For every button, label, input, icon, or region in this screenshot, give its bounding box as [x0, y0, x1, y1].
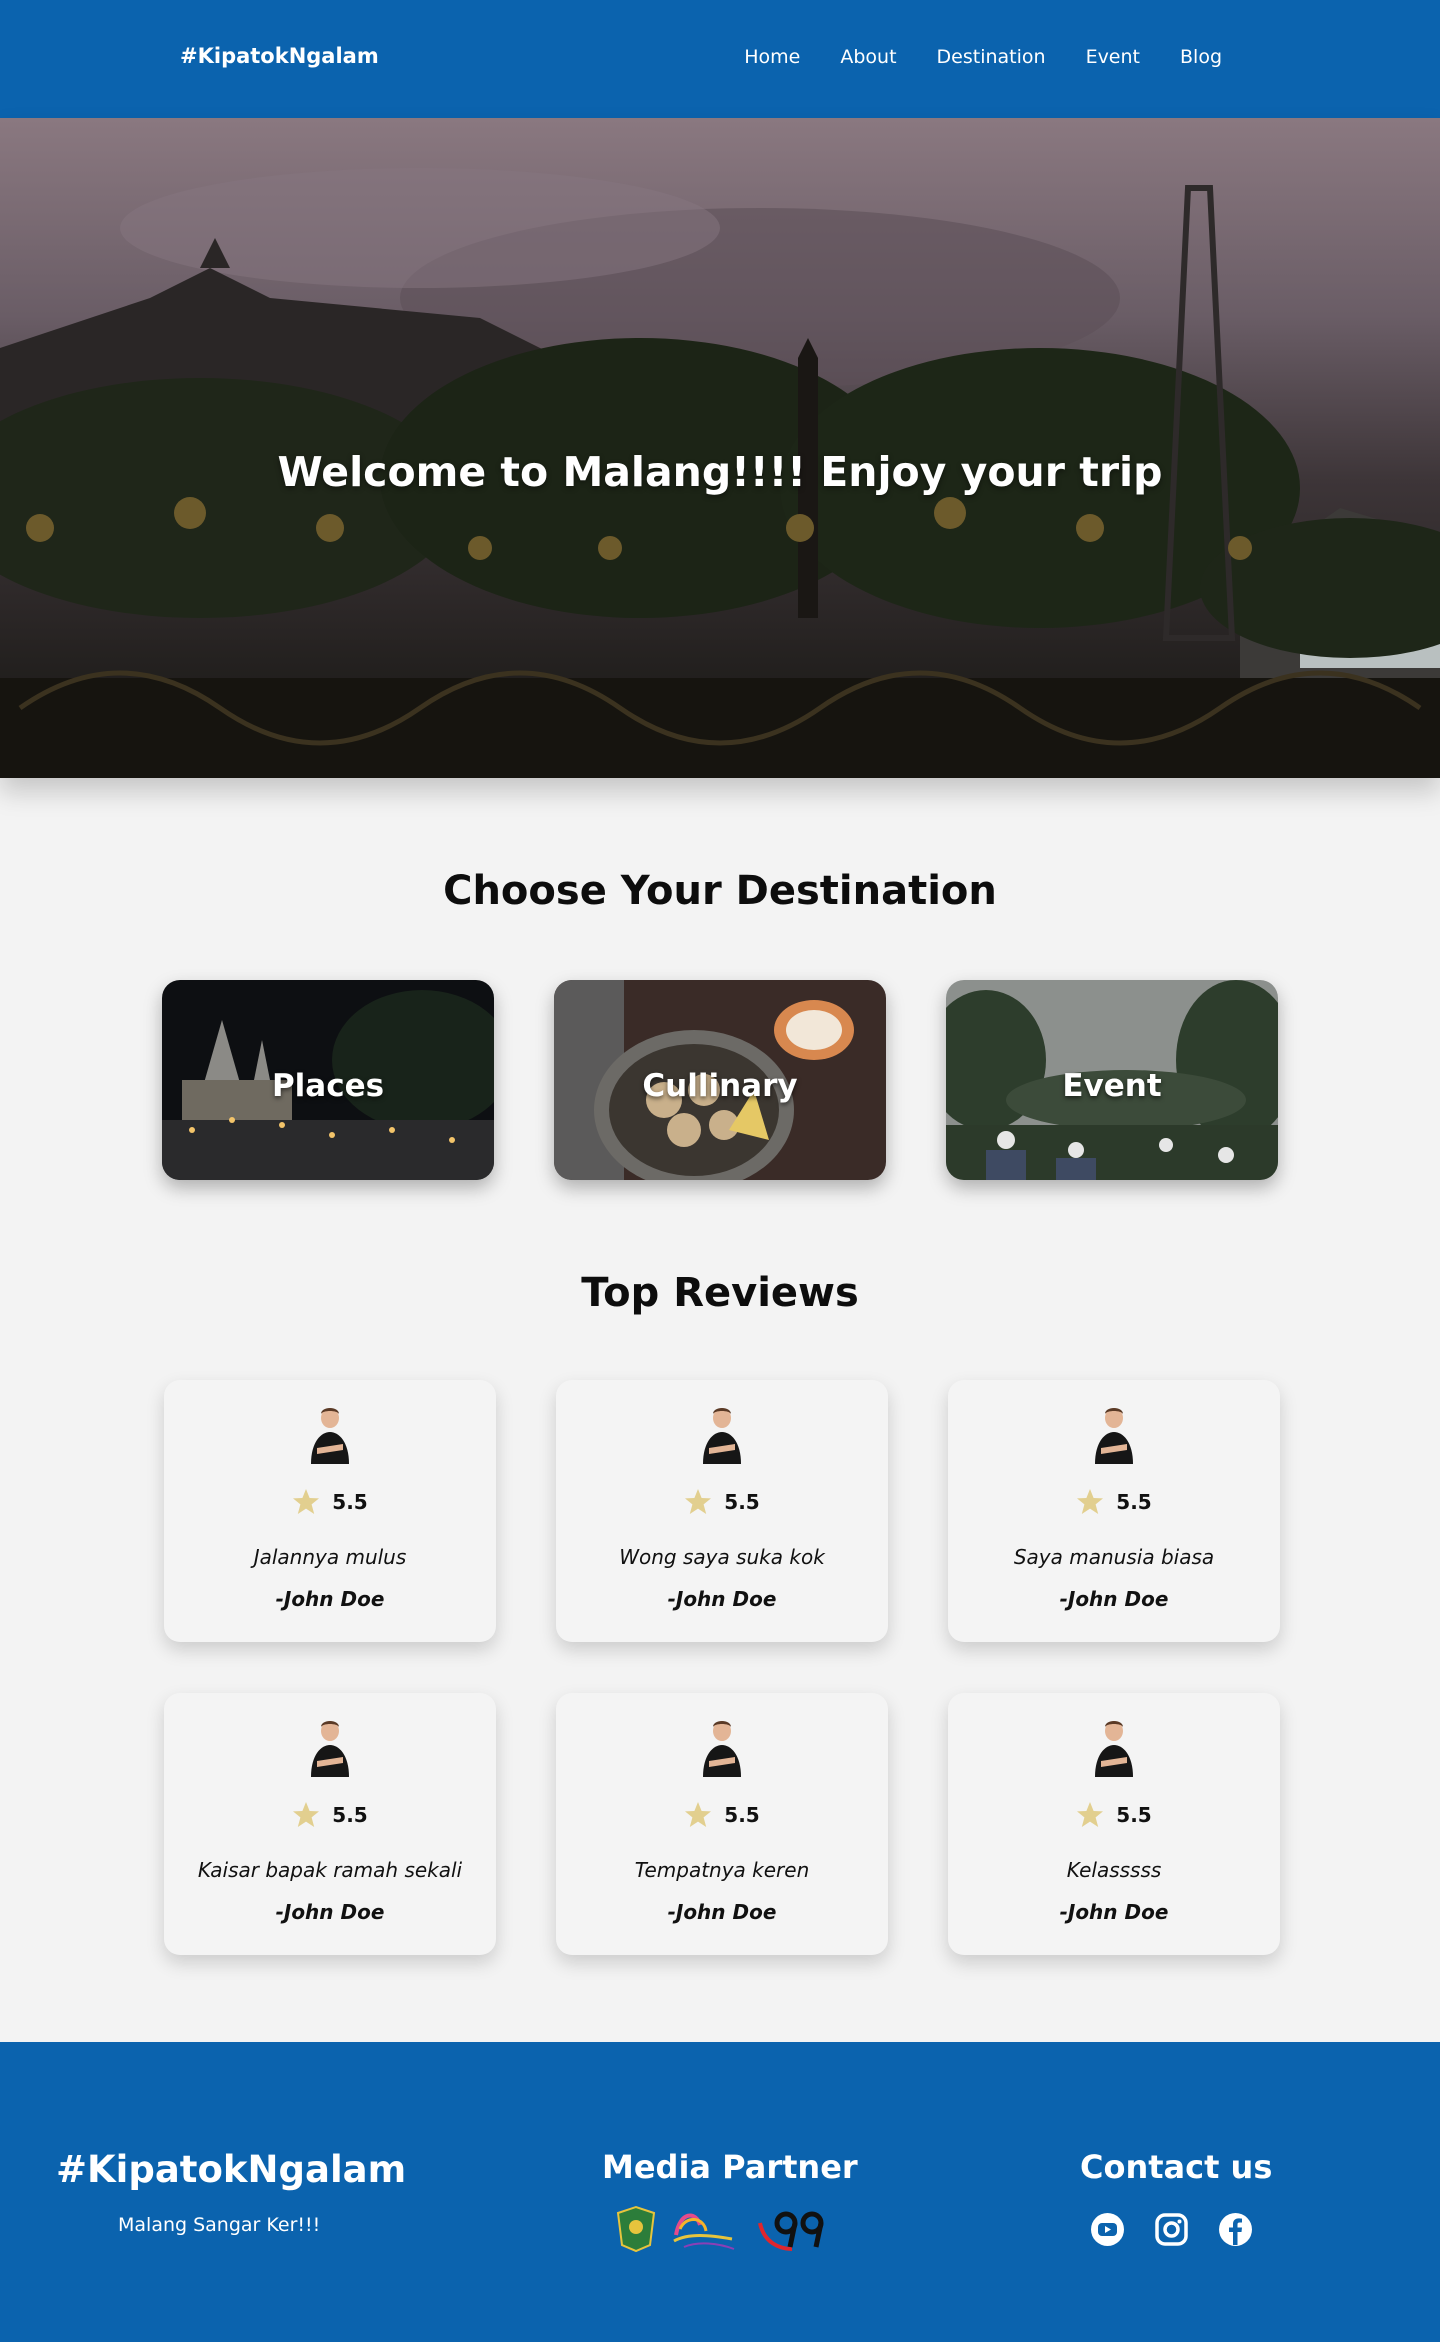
review-card: 5.5 Wong saya suka kok -John Doe	[556, 1380, 888, 1642]
rating-value: 5.5	[724, 1803, 760, 1827]
rating-value: 5.5	[332, 1490, 368, 1514]
youtube-icon[interactable]	[1090, 2212, 1125, 2247]
destination-label: Cullinary	[642, 1068, 798, 1104]
instagram-icon[interactable]	[1154, 2212, 1189, 2247]
star-icon	[685, 1489, 712, 1514]
media-partner-logos	[616, 2205, 824, 2253]
beautiful-malang-logo	[673, 2213, 735, 2250]
review-text: Saya manusia biasa	[1013, 1545, 1215, 1569]
review-text: Tempatnya keren	[634, 1858, 810, 1882]
review-text: Kaisar bapak ramah sekali	[197, 1858, 463, 1882]
review-card: 5.5 Jalannya mulus -John Doe	[164, 1380, 496, 1642]
review-card: 5.5 Saya manusia biasa -John Doe	[948, 1380, 1280, 1642]
reviewer-avatar	[311, 1721, 349, 1777]
nav-event-link[interactable]: Event	[1086, 46, 1140, 68]
review-author: -John Doe	[667, 1587, 777, 1611]
footer-tagline: Malang Sangar Ker!!!	[118, 2214, 321, 2236]
99-logo	[758, 2211, 824, 2251]
rating: 5.5	[948, 1801, 1280, 1829]
destination-label: Event	[1062, 1068, 1162, 1104]
nav-destination-link[interactable]: Destination	[937, 46, 1046, 68]
review-author: -John Doe	[275, 1900, 385, 1924]
rating-value: 5.5	[1116, 1803, 1152, 1827]
main-nav: Home About Destination Event Blog	[744, 46, 1222, 68]
review-text: Wong saya suka kok	[619, 1545, 825, 1569]
destination-card-cullinary[interactable]: Cullinary	[554, 980, 886, 1180]
rating: 5.5	[164, 1801, 496, 1829]
review-card: 5.5 Tempatnya keren -John Doe	[556, 1693, 888, 1955]
rating: 5.5	[556, 1801, 888, 1829]
review-author: -John Doe	[1059, 1587, 1169, 1611]
star-icon	[1077, 1802, 1104, 1827]
destination-card-places[interactable]: Places	[162, 980, 494, 1180]
star-icon	[1077, 1489, 1104, 1514]
hero-banner: Welcome to Malang!!!! Enjoy your trip	[0, 118, 1440, 778]
malang-city-emblem-icon	[616, 2205, 656, 2253]
rating: 5.5	[164, 1488, 496, 1516]
rating-value: 5.5	[724, 1490, 760, 1514]
nav-about-link[interactable]: About	[840, 46, 896, 68]
rating-value: 5.5	[332, 1803, 368, 1827]
review-text: Kelasssss	[1066, 1858, 1162, 1882]
reviewer-avatar	[703, 1721, 741, 1777]
destination-label: Places	[271, 1068, 385, 1104]
destination-card-event[interactable]: Event	[946, 980, 1278, 1180]
facebook-icon[interactable]	[1218, 2212, 1253, 2247]
star-icon	[293, 1489, 320, 1514]
nav-home-link[interactable]: Home	[744, 46, 800, 68]
reviewer-avatar	[703, 1408, 741, 1464]
rating-value: 5.5	[1116, 1490, 1152, 1514]
review-author: -John Doe	[1059, 1900, 1169, 1924]
destination-section-title: Choose Your Destination	[443, 868, 997, 914]
media-partner-title: Media Partner	[602, 2148, 858, 2186]
site-header: #KipatokNgalam Home About Destination Ev…	[0, 0, 1440, 118]
star-icon	[685, 1802, 712, 1827]
reviewer-avatar	[1095, 1721, 1133, 1777]
rating: 5.5	[556, 1488, 888, 1516]
reviews-section-title: Top Reviews	[581, 1270, 859, 1316]
review-card: 5.5 Kaisar bapak ramah sekali -John Doe	[164, 1693, 496, 1955]
review-card: 5.5 Kelasssss -John Doe	[948, 1693, 1280, 1955]
social-links	[1090, 2212, 1253, 2247]
reviewer-avatar	[311, 1408, 349, 1464]
hero-title: Welcome to Malang!!!! Enjoy your trip	[277, 448, 1163, 496]
review-text: Jalannya mulus	[253, 1545, 407, 1569]
site-footer: #KipatokNgalam Malang Sangar Ker!!! Medi…	[0, 2042, 1440, 2342]
review-author: -John Doe	[667, 1900, 777, 1924]
star-icon	[293, 1802, 320, 1827]
nav-blog-link[interactable]: Blog	[1180, 46, 1222, 68]
rating: 5.5	[948, 1488, 1280, 1516]
contact-title: Contact us	[1080, 2148, 1273, 2186]
review-author: -John Doe	[275, 1587, 385, 1611]
footer-brand: #KipatokNgalam	[56, 2148, 407, 2191]
site-brand[interactable]: #KipatokNgalam	[180, 44, 379, 68]
reviewer-avatar	[1095, 1408, 1133, 1464]
